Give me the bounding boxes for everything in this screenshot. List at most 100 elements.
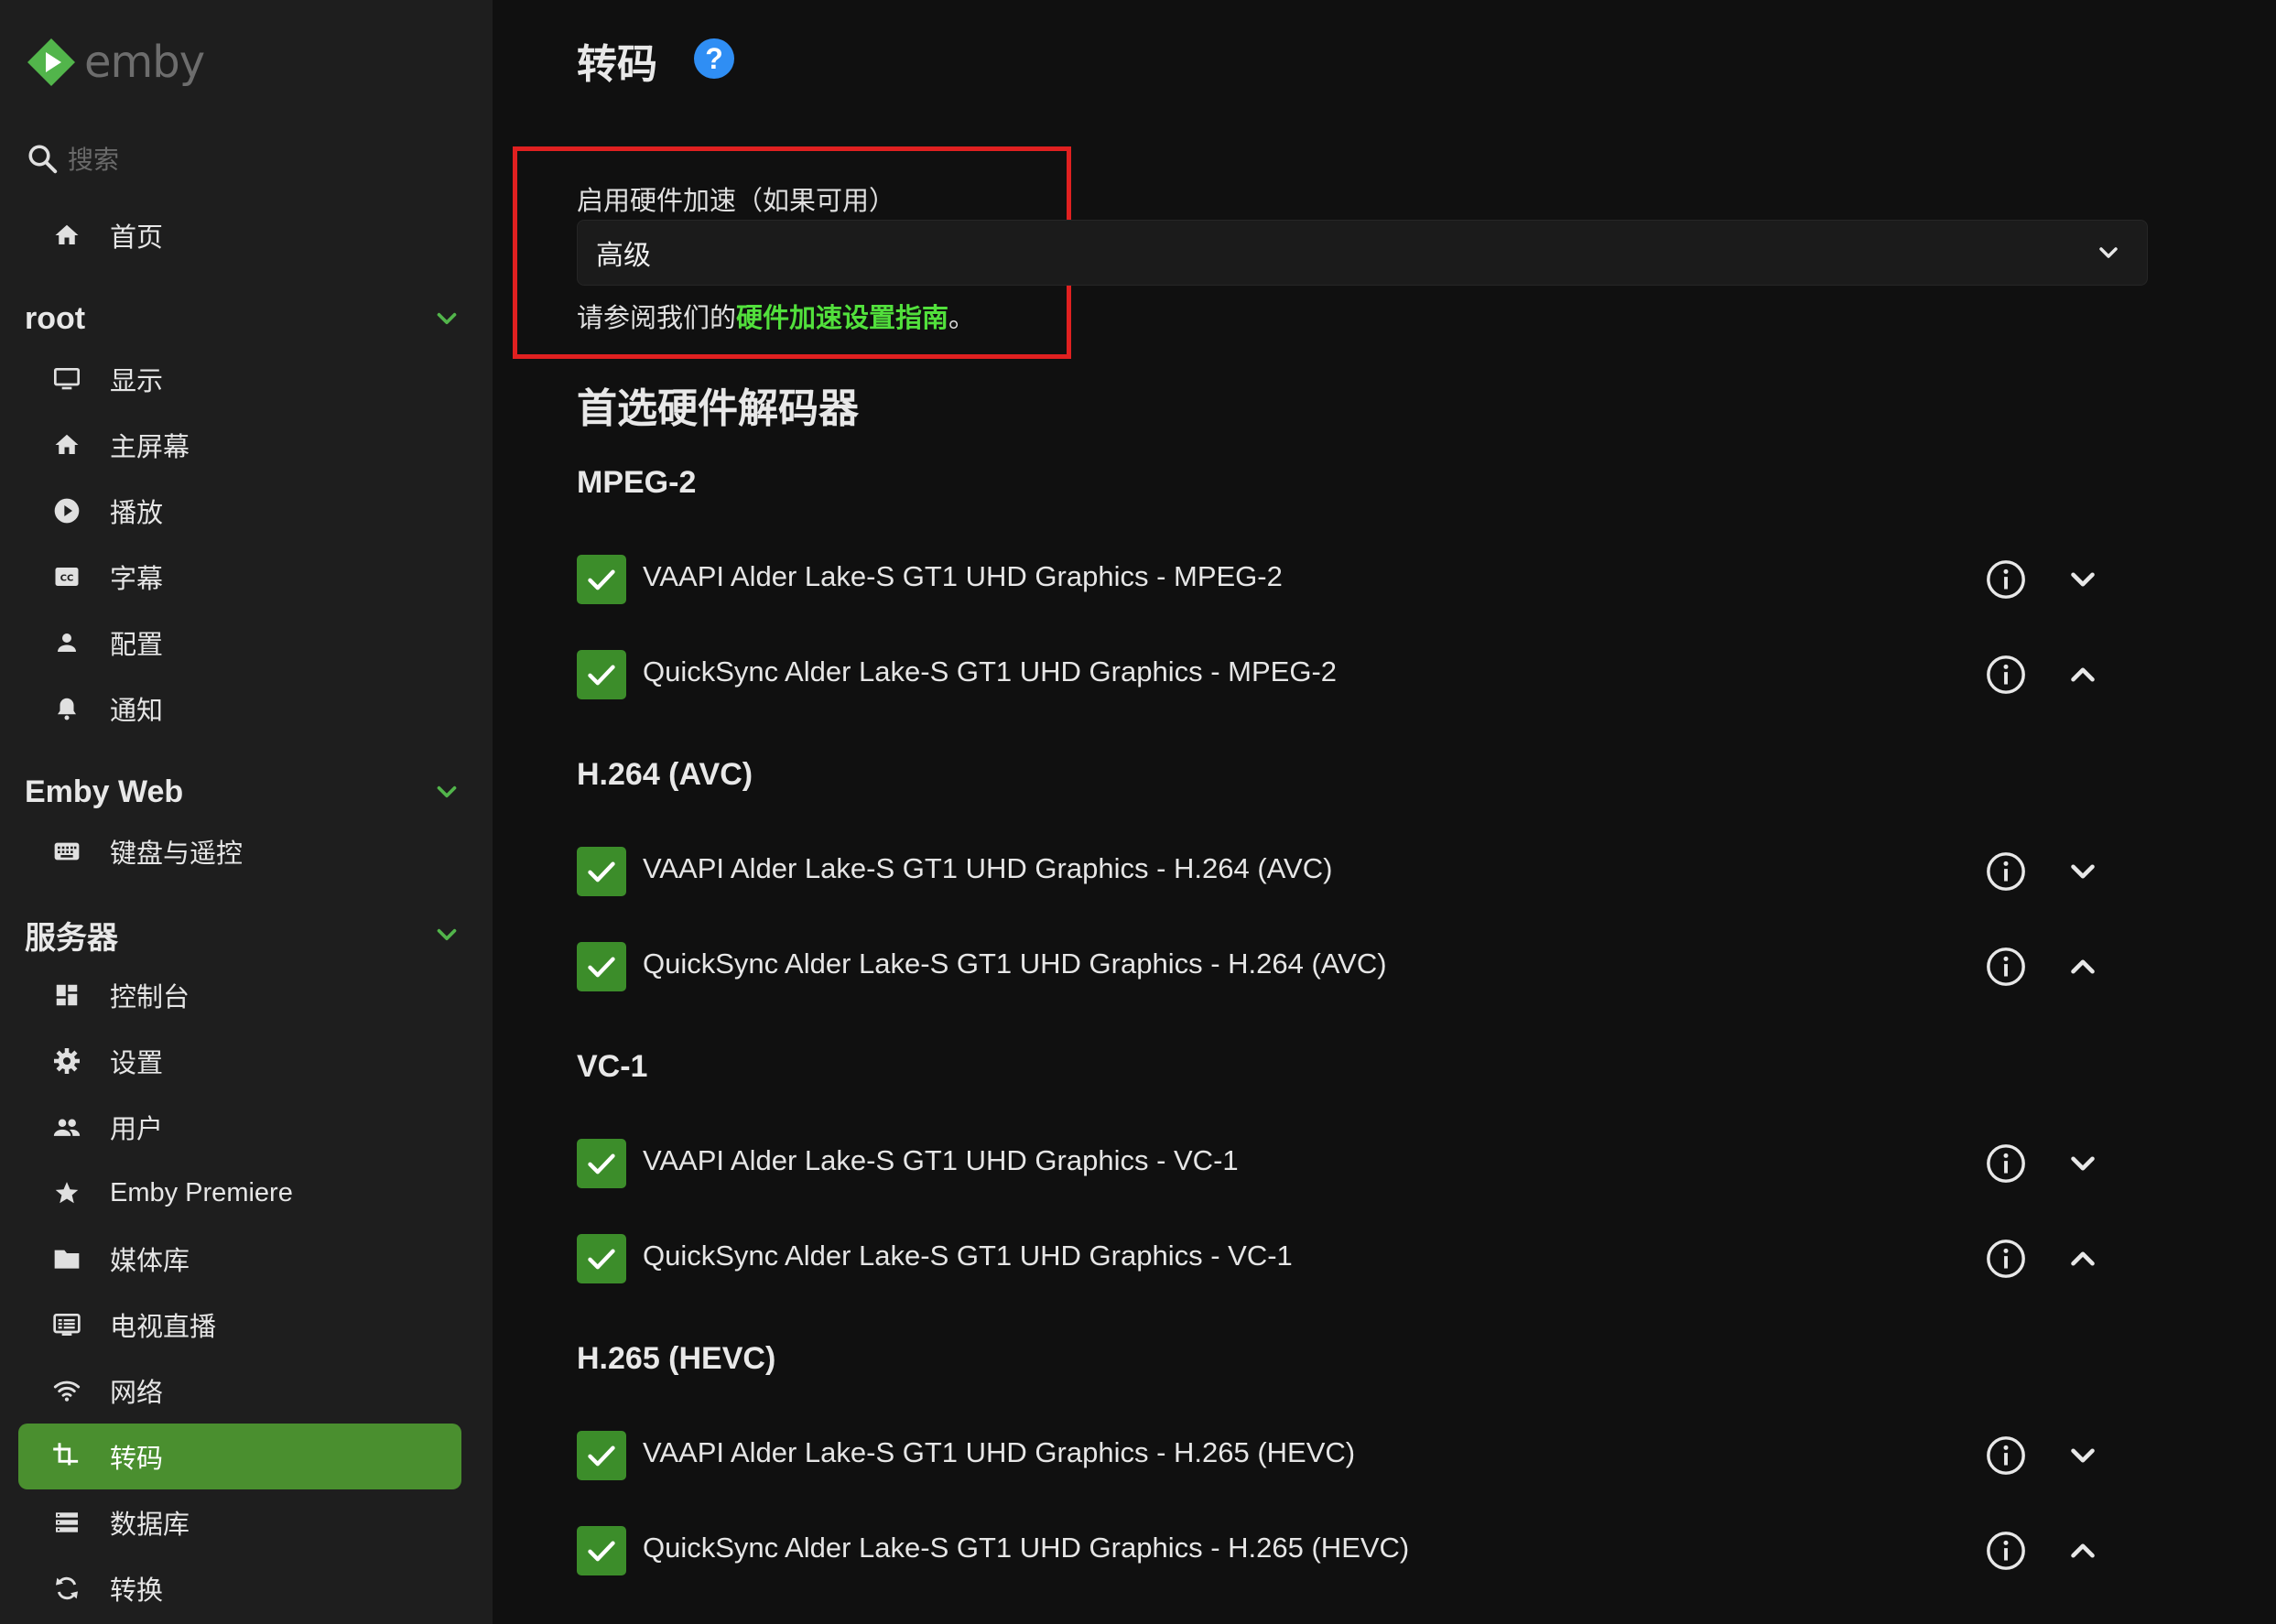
sidebar-item-label: 主屏幕 [110, 433, 190, 462]
checkmark-icon [588, 1249, 615, 1270]
checkmark-icon [588, 861, 615, 882]
gear-icon [44, 1046, 90, 1076]
sidebar-item-home-screen[interactable]: 主屏幕 [18, 412, 461, 478]
sidebar-item-label: 键盘与遥控 [110, 839, 244, 869]
chevron-down-icon[interactable] [2064, 1144, 2102, 1183]
info-icon[interactable] [1985, 1435, 2027, 1477]
decoder-checkbox[interactable] [577, 1431, 626, 1480]
database-icon [44, 1508, 90, 1537]
decoder-label: QuickSync Alder Lake-S GT1 UHD Graphics … [643, 655, 1338, 687]
sidebar-item-playback[interactable]: 播放 [18, 478, 461, 544]
sidebar-item-display[interactable]: 显示 [18, 346, 461, 412]
help-button[interactable]: ? [694, 38, 734, 79]
chevron-down-icon[interactable] [2064, 560, 2102, 599]
chevron-up-icon[interactable] [2064, 947, 2102, 986]
sidebar-item-label: 媒体库 [110, 1247, 190, 1276]
decoder-row: VAAPI Alder Lake-S GT1 UHD Graphics - VC… [577, 1131, 2151, 1196]
sidebar-item-keyboard-remote[interactable]: 键盘与遥控 [18, 818, 461, 884]
codec-heading: VC-1 [577, 1049, 648, 1084]
svg-text:CC: CC [60, 573, 74, 583]
sidebar-item-home[interactable]: 首页 [18, 202, 461, 268]
sidebar-item-label: Emby Premiere [110, 1177, 293, 1207]
sidebar-item-label: 首页 [110, 223, 164, 253]
hw-accel-help-text: 请参阅我们的硬件加速设置指南。 [577, 297, 975, 335]
sidebar-item-transcoding[interactable]: 转码 [18, 1424, 461, 1489]
info-icon[interactable] [1985, 558, 2027, 601]
app-window: emby 搜索 首页 root 显示 主屏幕 播放 CC 字幕 配置 通知 Em… [0, 0, 2276, 1624]
sidebar-item-label: 字幕 [110, 565, 164, 594]
chevron-down-icon[interactable] [2064, 852, 2102, 891]
section-header-server[interactable]: 服务器 [25, 912, 462, 958]
sidebar-item-network[interactable]: 网络 [18, 1358, 461, 1424]
sidebar-item-dashboard[interactable]: 控制台 [18, 962, 461, 1028]
decoder-label: VAAPI Alder Lake-S GT1 UHD Graphics - H.… [643, 852, 1333, 884]
checkmark-icon [588, 569, 615, 590]
chevron-down-icon [2094, 238, 2123, 267]
info-icon[interactable] [1985, 850, 2027, 893]
sidebar-item-settings[interactable]: 设置 [18, 1028, 461, 1094]
decoder-label: VAAPI Alder Lake-S GT1 UHD Graphics - H.… [643, 1436, 1356, 1468]
decoder-checkbox[interactable] [577, 1526, 626, 1575]
section-header-emby-web[interactable]: Emby Web [25, 769, 462, 815]
sidebar-item-users[interactable]: 用户 [18, 1094, 461, 1160]
sidebar-item-label: 播放 [110, 499, 164, 528]
sidebar-item-conversion[interactable]: 转换 [18, 1555, 461, 1621]
sidebar-item-library[interactable]: 媒体库 [18, 1226, 461, 1292]
sidebar: emby 搜索 首页 root 显示 主屏幕 播放 CC 字幕 配置 通知 Em… [0, 0, 493, 1624]
decoder-checkbox[interactable] [577, 650, 626, 699]
sidebar-item-label: 用户 [110, 1115, 164, 1144]
live-tv-icon [44, 1310, 90, 1339]
chevron-down-icon [437, 785, 457, 798]
dashboard-icon [44, 981, 90, 1009]
chevron-up-icon[interactable] [2064, 1240, 2102, 1278]
emby-logo[interactable]: emby [26, 35, 205, 90]
checkmark-icon [588, 957, 615, 978]
info-icon[interactable] [1985, 1142, 2027, 1185]
decoder-checkbox[interactable] [577, 942, 626, 991]
info-icon[interactable] [1985, 654, 2027, 696]
checkmark-icon [588, 1541, 615, 1562]
home-icon [44, 431, 90, 459]
people-icon [44, 1111, 90, 1142]
sidebar-item-profile[interactable]: 配置 [18, 610, 461, 676]
search-input[interactable]: 搜索 [26, 133, 456, 184]
decoder-row: VAAPI Alder Lake-S GT1 UHD Graphics - MP… [577, 547, 2151, 612]
chevron-down-icon[interactable] [2064, 1436, 2102, 1475]
section-header-root[interactable]: root [25, 296, 462, 341]
chevron-up-icon[interactable] [2064, 655, 2102, 694]
decoder-checkbox[interactable] [577, 847, 626, 896]
search-icon [28, 145, 58, 174]
info-icon[interactable] [1985, 1238, 2027, 1280]
decoder-checkbox[interactable] [577, 1234, 626, 1283]
hw-guide-link[interactable]: 硬件加速设置指南 [736, 304, 948, 333]
checkmark-icon [588, 1445, 615, 1467]
sidebar-item-label: 转换 [110, 1576, 164, 1606]
section-title: root [25, 300, 86, 336]
sidebar-item-live-tv[interactable]: 电视直播 [18, 1292, 461, 1358]
info-icon[interactable] [1985, 1530, 2027, 1572]
decoder-row: QuickSync Alder Lake-S GT1 UHD Graphics … [577, 1519, 2151, 1583]
sidebar-item-subtitles[interactable]: CC 字幕 [18, 544, 461, 610]
wifi-icon [44, 1376, 90, 1405]
decoder-checkbox[interactable] [577, 1139, 626, 1188]
crop-icon [44, 1442, 90, 1471]
sidebar-item-emby-premiere[interactable]: Emby Premiere [18, 1160, 461, 1226]
play-circle-icon [44, 496, 90, 525]
sidebar-item-notifications[interactable]: 通知 [18, 676, 461, 742]
sidebar-item-database[interactable]: 数据库 [18, 1489, 461, 1555]
decoder-checkbox[interactable] [577, 555, 626, 604]
hw-accel-select[interactable]: 高级 [577, 220, 2148, 286]
decoder-row: QuickSync Alder Lake-S GT1 UHD Graphics … [577, 1227, 2151, 1291]
main-content: 转码 ? 启用硬件加速（如果可用） 高级 请参阅我们的硬件加速设置指南。 首选硬… [493, 0, 2276, 1624]
info-icon[interactable] [1985, 946, 2027, 988]
monitor-icon [44, 364, 90, 394]
checkmark-icon [588, 1153, 615, 1175]
chevron-up-icon[interactable] [2064, 1532, 2102, 1570]
sidebar-item-label: 控制台 [110, 983, 190, 1012]
sidebar-item-label: 设置 [110, 1049, 164, 1078]
home-icon [44, 222, 90, 249]
hw-accel-label: 启用硬件加速（如果可用） [577, 187, 896, 216]
hw-help-suffix: 。 [948, 304, 976, 333]
hw-accel-selected-value: 高级 [596, 241, 651, 271]
codec-heading: H.264 (AVC) [577, 757, 753, 792]
